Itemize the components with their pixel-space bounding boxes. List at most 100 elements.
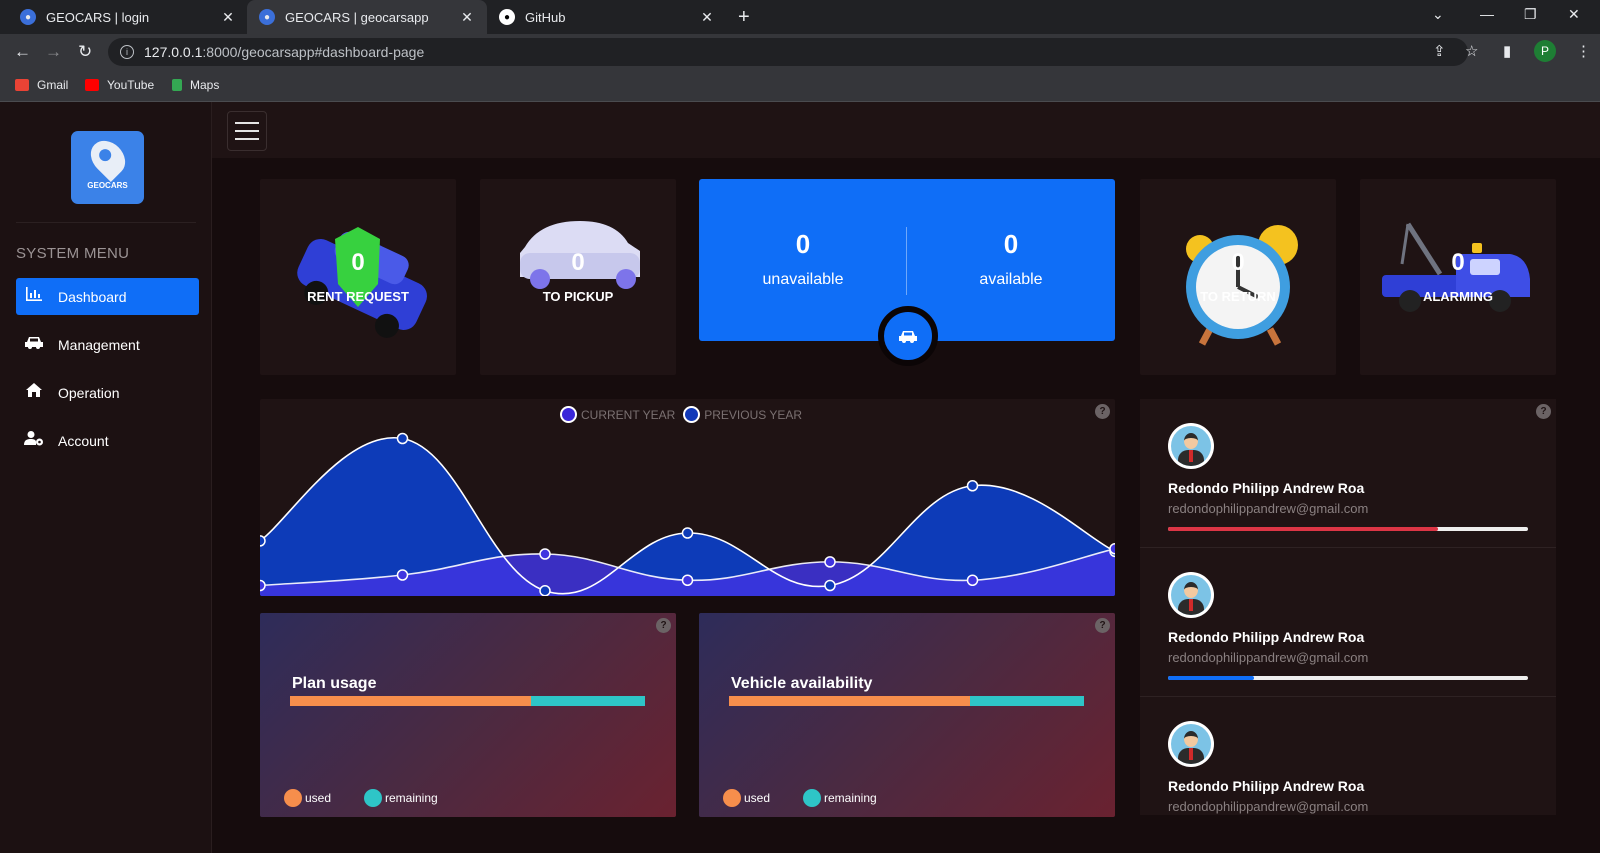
- legend-used: used: [284, 789, 331, 807]
- help-icon[interactable]: ?: [1095, 404, 1110, 419]
- bookmark-youtube[interactable]: YouTube: [85, 78, 154, 92]
- stat-card-alarming[interactable]: 0 ALARMING: [1360, 179, 1556, 375]
- reload-icon[interactable]: ↻: [78, 42, 92, 62]
- sidebar-item-account[interactable]: Account: [16, 422, 199, 459]
- list-item[interactable]: Redondo Philipp Andrew Roa redondophilip…: [1140, 399, 1556, 548]
- sidebar-item-dashboard[interactable]: Dashboard: [16, 278, 199, 315]
- legend-swatch-previous[interactable]: [683, 406, 701, 423]
- hamburger-menu-icon[interactable]: [227, 111, 267, 151]
- users-list: Redondo Philipp Andrew Roa redondophilip…: [1140, 399, 1556, 815]
- legend-label-remaining: remaining: [824, 791, 877, 805]
- app-logo[interactable]: GEOCARS: [71, 131, 144, 204]
- user-progress-fill: [1168, 676, 1255, 680]
- area-chart[interactable]: [260, 399, 1115, 596]
- point-previous-4[interactable]: [824, 579, 836, 592]
- chart-legend: CURRENT YEAR PREVIOUS YEAR: [560, 406, 802, 423]
- chevron-down-icon[interactable]: ⌄: [1432, 6, 1444, 23]
- point-current-0[interactable]: [260, 579, 266, 592]
- point-current-6[interactable]: [1109, 543, 1115, 555]
- forward-icon[interactable]: →: [45, 42, 62, 62]
- tab-geocarsapp[interactable]: ● GEOCARS | geocarsapp ✕: [247, 0, 487, 34]
- point-previous-2[interactable]: [539, 585, 551, 596]
- point-previous-1[interactable]: [396, 432, 409, 445]
- tab-login[interactable]: ● GEOCARS | login ✕: [8, 0, 248, 34]
- point-current-5[interactable]: [966, 574, 979, 586]
- logo-text: GEOCARS: [87, 181, 128, 190]
- profile-avatar[interactable]: P: [1534, 40, 1556, 62]
- tab-github[interactable]: ● GitHub ✕: [487, 0, 727, 34]
- sidebar-item-label: Account: [58, 432, 109, 449]
- close-icon[interactable]: ✕: [459, 9, 475, 26]
- vehicle-availability-remaining-segment: [970, 696, 1084, 706]
- minimize-icon[interactable]: —: [1480, 6, 1494, 22]
- more-menu-icon[interactable]: ⋮: [1576, 42, 1591, 60]
- unavailable-value: 0: [795, 229, 811, 259]
- vehicle-availability-bar: [729, 696, 1084, 706]
- user-progress-bar: [1168, 676, 1528, 680]
- area-previous-year: [260, 437, 1115, 596]
- point-current-3[interactable]: [681, 574, 694, 586]
- rent-request-car-icon: [297, 227, 427, 338]
- yearly-chart-card: [260, 399, 1115, 596]
- stat-card-to-pickup[interactable]: 0 TO PICKUP: [480, 179, 676, 375]
- car-badge-icon: [878, 306, 938, 366]
- url-path: :8000/geocarsapp#dashboard-page: [202, 44, 425, 60]
- stat-label: RENT REQUEST: [307, 289, 409, 304]
- legend-swatch-used: [284, 789, 302, 807]
- sidebar: GEOCARS SYSTEM MENU Dashboard Management…: [0, 102, 212, 853]
- stat-card-rent-request[interactable]: 0 RENT REQUEST: [260, 179, 456, 375]
- stat-value: 0: [571, 249, 585, 276]
- bookmark-maps[interactable]: Maps: [172, 78, 219, 92]
- stat-label: TO RETURN: [1200, 289, 1276, 304]
- help-icon[interactable]: ?: [656, 618, 671, 633]
- restore-icon[interactable]: ❐: [1524, 6, 1537, 23]
- sidebar-item-label: Operation: [58, 384, 120, 401]
- tab-title: GEOCARS | geocarsapp: [285, 9, 429, 25]
- tab-strip: ● GEOCARS | login ✕ ● GEOCARS | geocarsa…: [0, 0, 1600, 34]
- unavailable-label: unavailable: [762, 271, 844, 288]
- unavailable-column: 0 unavailable: [699, 179, 907, 341]
- legend-label-used: used: [305, 791, 332, 805]
- point-previous-0[interactable]: [260, 535, 266, 547]
- sidebar-item-management[interactable]: Management: [16, 326, 199, 363]
- browser-chrome: ● GEOCARS | login ✕ ● GEOCARS | geocarsa…: [0, 0, 1600, 102]
- help-icon[interactable]: ?: [1095, 618, 1110, 633]
- help-icon[interactable]: ?: [1536, 404, 1551, 419]
- point-current-4[interactable]: [824, 556, 836, 568]
- sidebar-item-operation[interactable]: Operation: [16, 374, 199, 411]
- plan-usage-used-segment: [290, 696, 532, 706]
- legend-remaining: remaining: [803, 789, 877, 807]
- vehicle-availability-card: Vehicle availability used remaining: [699, 613, 1115, 817]
- bookmark-gmail[interactable]: Gmail: [15, 78, 68, 92]
- tab-title: GEOCARS | login: [46, 9, 150, 25]
- window-close-icon[interactable]: ✕: [1568, 6, 1580, 23]
- point-current-1[interactable]: [396, 569, 409, 581]
- user-progress-bar: [1168, 527, 1528, 531]
- gmail-icon: [15, 79, 29, 91]
- tow-truck-icon: [1382, 222, 1530, 312]
- close-icon[interactable]: ✕: [699, 9, 715, 26]
- list-item[interactable]: Redondo Philipp Andrew Roa redondophilip…: [1140, 548, 1556, 697]
- list-item[interactable]: Redondo Philipp Andrew Roa redondophilip…: [1140, 697, 1556, 815]
- new-tab-icon[interactable]: +: [738, 6, 750, 29]
- point-previous-5[interactable]: [966, 480, 979, 492]
- bookmark-label: YouTube: [107, 78, 155, 92]
- back-icon[interactable]: ←: [14, 42, 31, 62]
- close-icon[interactable]: ✕: [220, 9, 236, 26]
- user-name: Redondo Philipp Andrew Roa: [1168, 629, 1365, 645]
- legend-swatch-current[interactable]: [560, 406, 577, 423]
- bookmark-star-icon[interactable]: ☆: [1465, 42, 1478, 60]
- point-previous-3[interactable]: [681, 527, 694, 539]
- legend-swatch-remaining: [803, 789, 821, 807]
- side-panel-icon[interactable]: ▮: [1503, 42, 1511, 60]
- plan-usage-title: Plan usage: [292, 675, 377, 692]
- point-current-2[interactable]: [539, 548, 551, 560]
- site-info-icon[interactable]: i: [120, 45, 134, 59]
- github-icon: ●: [499, 9, 515, 25]
- plan-usage-bar: [290, 696, 645, 706]
- chart-icon: [24, 286, 44, 307]
- stat-card-to-return[interactable]: 0 TO RETURN: [1140, 179, 1336, 375]
- legend-label-current: CURRENT YEAR: [581, 407, 676, 422]
- address-bar[interactable]: i 127.0.0.1 :8000/geocarsapp#dashboard-p…: [108, 38, 1468, 66]
- share-icon[interactable]: ⇪: [1433, 42, 1446, 60]
